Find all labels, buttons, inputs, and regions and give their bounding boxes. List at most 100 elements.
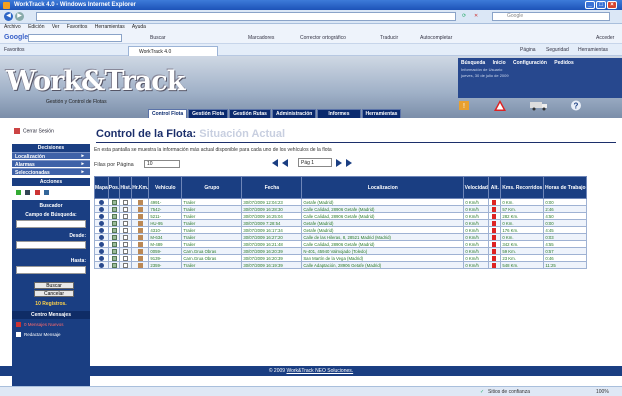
- col-hist[interactable]: Hist.: [119, 176, 133, 199]
- cancelar-button[interactable]: Cancelar: [34, 290, 74, 297]
- flag-icon[interactable]: [491, 262, 496, 268]
- warning-icon[interactable]: [494, 100, 506, 111]
- help-icon[interactable]: ?: [570, 100, 582, 111]
- position-icon[interactable]: [111, 206, 117, 212]
- flag-icon[interactable]: [491, 248, 496, 254]
- position-icon[interactable]: [111, 241, 117, 247]
- google-corrector[interactable]: Corrector ortográfico: [300, 35, 346, 41]
- map-icon[interactable]: [98, 227, 104, 233]
- prev-page-icon[interactable]: [282, 159, 288, 167]
- link-inicio[interactable]: Inicio: [493, 60, 506, 66]
- col-velocidad[interactable]: Velocidad: [463, 176, 490, 199]
- tab-control-flota[interactable]: Control Flota: [148, 109, 188, 118]
- hour-km-icon[interactable]: [137, 255, 143, 261]
- table-row[interactable]: 7542- Trailer 30/07/2009 16:28:30 Calle Cal…: [94, 205, 588, 213]
- flag-icon[interactable]: [491, 206, 496, 212]
- desde-input[interactable]: [16, 241, 86, 249]
- cmd-herramientas[interactable]: Herramientas: [578, 47, 608, 53]
- position-icon[interactable]: [111, 262, 117, 268]
- tab-administracion[interactable]: Administración: [271, 109, 317, 118]
- sidebar-item-alarmas[interactable]: Alarmas ▸: [12, 160, 90, 168]
- position-icon[interactable]: [111, 234, 117, 240]
- hour-km-icon[interactable]: [137, 213, 143, 219]
- alert-icon[interactable]: !: [458, 100, 470, 111]
- col-grupo[interactable]: Grupo: [181, 176, 243, 199]
- history-icon[interactable]: [123, 234, 129, 240]
- link-configuracion[interactable]: Configuración: [513, 60, 547, 66]
- google-autocompletar[interactable]: Autocompletar: [420, 35, 452, 41]
- flag-icon[interactable]: [491, 241, 496, 247]
- history-icon[interactable]: [123, 206, 129, 212]
- link-busqueda[interactable]: Búsqueda: [461, 60, 485, 66]
- close-button[interactable]: ×: [607, 1, 617, 9]
- col-kms-recorridos[interactable]: Kms. Recorridos: [500, 176, 545, 199]
- export-pdf-icon[interactable]: [34, 190, 40, 196]
- hasta-input[interactable]: [16, 266, 86, 274]
- security-zone[interactable]: Sitios de confianza: [488, 389, 530, 395]
- zoom-level[interactable]: 100%: [596, 389, 609, 395]
- hour-km-icon[interactable]: [137, 199, 143, 205]
- table-row[interactable]: 5211- Trailer 30/07/2009 16:25:04 Calle Cal…: [94, 212, 588, 220]
- google-marcadores[interactable]: Marcadores: [248, 35, 274, 41]
- sidebar-item-localizacion[interactable]: Localización ▸: [12, 152, 90, 160]
- hour-km-icon[interactable]: [137, 262, 143, 268]
- print-icon[interactable]: [25, 190, 31, 196]
- history-icon[interactable]: [123, 199, 129, 205]
- google-search-input[interactable]: [28, 34, 122, 42]
- filas-per-page-select[interactable]: 10: [144, 160, 180, 168]
- map-icon[interactable]: [98, 220, 104, 226]
- campo-busqueda-select[interactable]: [16, 220, 86, 228]
- table-row[interactable]: 0059- Carn.Grua Obras 30/07/2009 16:20:39 N…: [94, 247, 588, 255]
- history-icon[interactable]: [123, 255, 129, 261]
- menu-favoritos[interactable]: Favoritos: [67, 24, 88, 30]
- map-icon[interactable]: [98, 213, 104, 219]
- page-select[interactable]: Pág 1: [298, 158, 332, 167]
- refresh-icon[interactable]: ⟳: [462, 13, 466, 19]
- map-icon[interactable]: [98, 262, 104, 268]
- history-icon[interactable]: [123, 220, 129, 226]
- position-icon[interactable]: [111, 227, 117, 233]
- position-icon[interactable]: [111, 255, 117, 261]
- map-icon[interactable]: [98, 234, 104, 240]
- tab-herramientas[interactable]: Herramientas: [361, 109, 402, 118]
- maximize-button[interactable]: □: [596, 1, 606, 9]
- map-icon[interactable]: [98, 199, 104, 205]
- refresh-action-icon[interactable]: [16, 190, 21, 196]
- cmd-seguridad[interactable]: Seguridad: [546, 47, 569, 53]
- position-icon[interactable]: [111, 199, 117, 205]
- menu-ayuda[interactable]: Ayuda: [132, 24, 146, 30]
- logout-link[interactable]: Cerrar Sesión: [14, 128, 54, 134]
- history-icon[interactable]: [123, 248, 129, 254]
- position-icon[interactable]: [111, 248, 117, 254]
- history-icon[interactable]: [123, 227, 129, 233]
- position-icon[interactable]: [111, 213, 117, 219]
- map-icon[interactable]: [98, 255, 104, 261]
- table-row[interactable]: HU-95 Trailer 30/07/2009 7:28:54 Getafe (Ma…: [94, 219, 588, 227]
- footer-link[interactable]: Work&Track NEO Soluciones.: [286, 368, 353, 374]
- hour-km-icon[interactable]: [137, 241, 143, 247]
- map-icon[interactable]: [98, 206, 104, 212]
- link-pedidos[interactable]: Pedidos: [554, 60, 573, 66]
- col-vehiculo[interactable]: Vehículo: [148, 176, 183, 199]
- col-alt[interactable]: Alt.: [488, 176, 502, 199]
- browser-tab[interactable]: WorkTrack 4.0: [128, 46, 218, 56]
- menu-edicion[interactable]: Edición: [28, 24, 44, 30]
- history-icon[interactable]: [123, 241, 129, 247]
- tab-gestion-rutas[interactable]: Gestión Rutas: [229, 109, 271, 118]
- table-row[interactable]: M-634 Trailer 30/07/2009 16:27:20 Calle de …: [94, 233, 588, 241]
- col-mapa[interactable]: Mapa: [94, 176, 109, 199]
- export-excel-icon[interactable]: [44, 190, 50, 196]
- hour-km-icon[interactable]: [137, 248, 143, 254]
- menu-archivo[interactable]: Archivo: [4, 24, 21, 30]
- map-icon[interactable]: [98, 248, 104, 254]
- flag-icon[interactable]: [491, 227, 496, 233]
- menu-ver[interactable]: Ver: [52, 24, 60, 30]
- table-row[interactable]: 4991- Trailer 30/07/2009 12:04:23 Getafe (M…: [94, 198, 588, 206]
- hour-km-icon[interactable]: [137, 220, 143, 226]
- tab-gestion-flota[interactable]: Gestión Flota: [188, 109, 229, 118]
- col-localizacion[interactable]: Localizacion: [301, 176, 465, 199]
- position-icon[interactable]: [111, 220, 117, 226]
- table-row[interactable]: 2359- Trailer 30/07/2009 16:19:39 Calle Ada…: [94, 261, 588, 269]
- map-icon[interactable]: [98, 241, 104, 247]
- table-row[interactable]: 9139- Carn.Grua Obras 30/07/2009 16:20:39 S…: [94, 254, 588, 262]
